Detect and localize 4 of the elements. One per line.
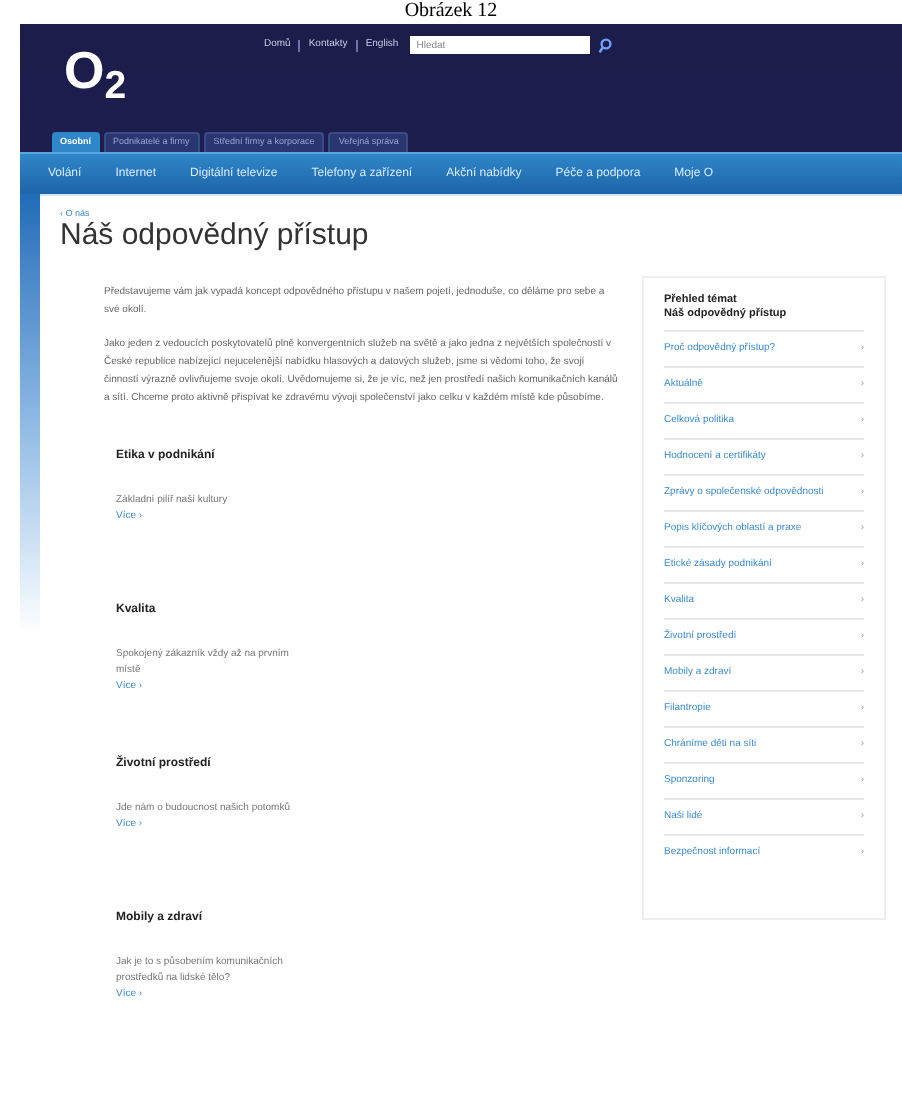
logo[interactable]: O$_{2}$ [64,44,264,96]
figure-caption: Obrázek 12 [404,0,498,24]
page-title: Náš odpovědný přístup [60,220,369,252]
search-icon[interactable] [598,37,613,53]
